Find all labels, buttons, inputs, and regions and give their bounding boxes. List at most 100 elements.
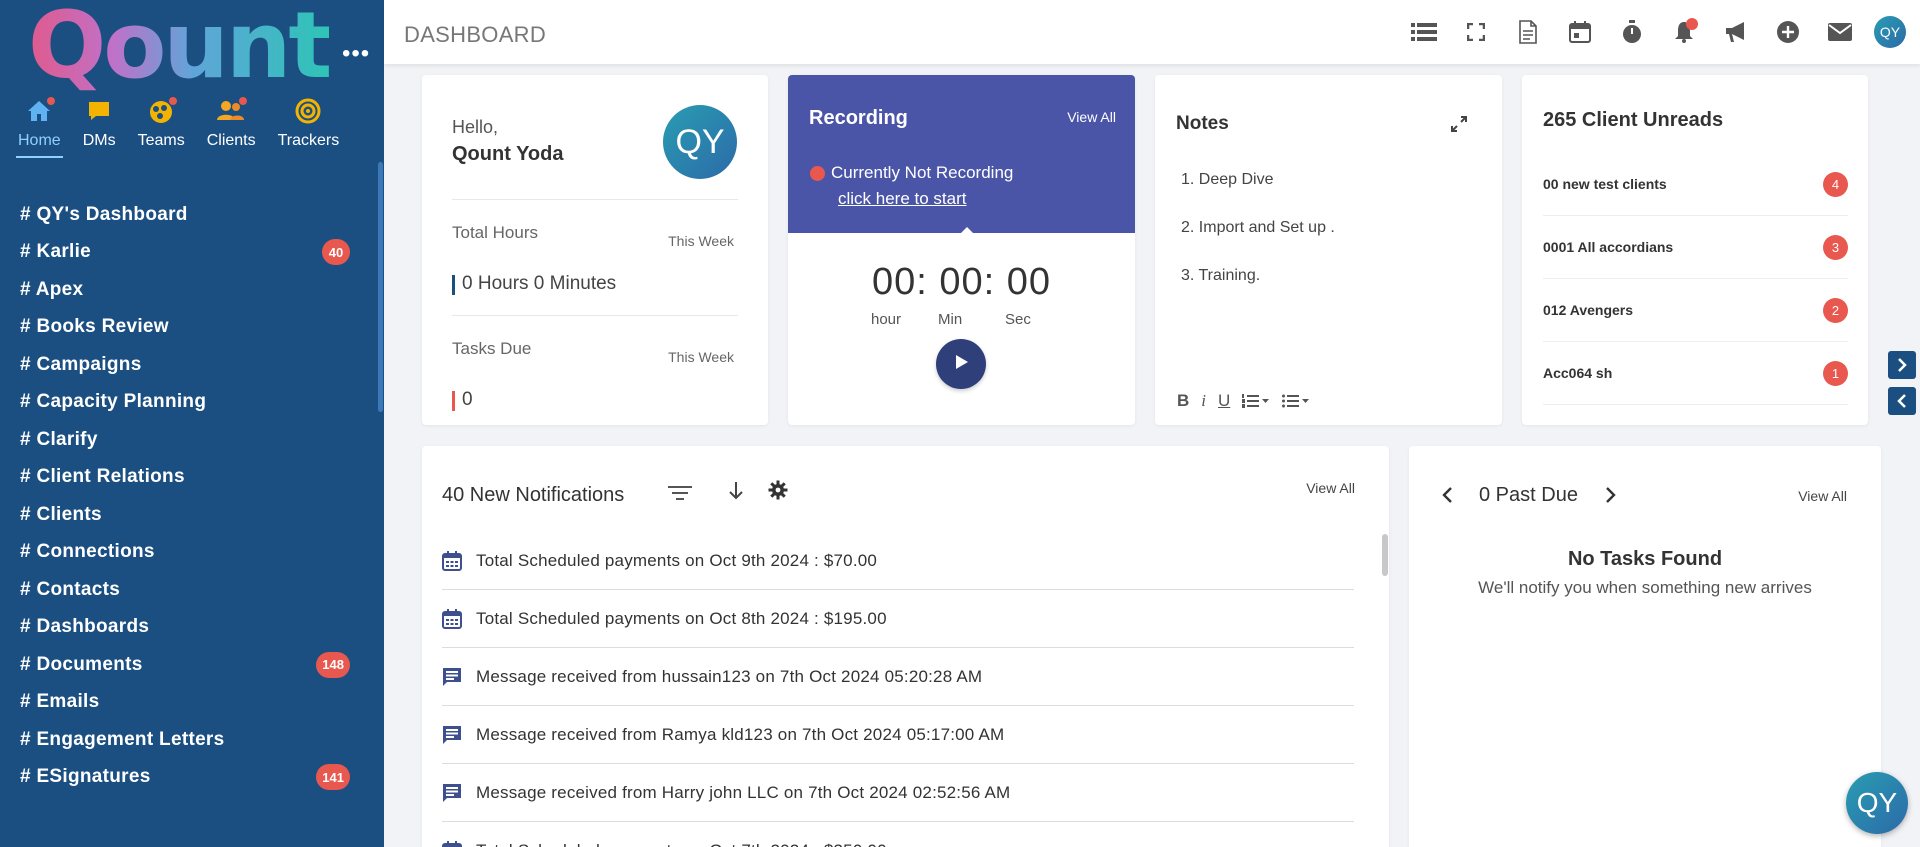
channel-item[interactable]: # Capacity Planning: [0, 384, 378, 422]
client-unread-row[interactable]: 012 Avengers 2: [1543, 279, 1848, 342]
list-icon[interactable]: [1398, 12, 1450, 52]
notification-text: Total Scheduled payments on Oct 7th 2024…: [476, 841, 887, 847]
qount-logo[interactable]: Qount: [28, 0, 332, 92]
sidebar-scrollbar[interactable]: [378, 162, 383, 412]
notification-item[interactable]: Message received from hussain123 on 7th …: [442, 648, 1354, 706]
channel-item[interactable]: # ESignatures 141: [0, 759, 378, 797]
channel-item[interactable]: # Contacts: [0, 571, 378, 609]
notification-item[interactable]: Total Scheduled payments on Oct 8th 2024…: [442, 590, 1354, 648]
message-icon: [442, 725, 476, 745]
channel-item[interactable]: # Connections: [0, 534, 378, 572]
client-unreads-list: 00 new test clients 4 0001 All accordians 3…: [1543, 153, 1848, 405]
bullet-list-icon[interactable]: [1282, 393, 1310, 409]
hour-label: hour: [871, 311, 902, 328]
recording-card: Recording View All Currently Not Recordi…: [788, 75, 1135, 425]
unread-count-badge: 3: [1823, 234, 1848, 260]
note-line[interactable]: 3. Training.: [1181, 267, 1260, 285]
filter-icon[interactable]: [668, 484, 692, 507]
tasks-due-period: This Week: [668, 349, 734, 365]
trackers-icon: [293, 96, 323, 126]
more-options-button[interactable]: •••: [342, 42, 370, 66]
client-unread-row[interactable]: Acc064 sh 1: [1543, 342, 1848, 405]
channel-item[interactable]: # Emails: [0, 684, 378, 722]
gear-icon[interactable]: [768, 480, 788, 505]
pointer-arrow: [960, 227, 974, 234]
channel-name: # Campaigns: [20, 353, 142, 375]
channel-item[interactable]: # Clients: [0, 496, 378, 534]
notification-item[interactable]: Total Scheduled payments on Oct 9th 2024…: [442, 532, 1354, 590]
client-unread-row[interactable]: 00 new test clients 4: [1543, 153, 1848, 216]
ordered-list-icon[interactable]: [1242, 393, 1270, 409]
note-line[interactable]: 2. Import and Set up .: [1181, 219, 1335, 237]
channel-item[interactable]: # Apex: [0, 271, 378, 309]
home-icon: [24, 96, 57, 126]
notification-text: Total Scheduled payments on Oct 9th 2024…: [476, 550, 878, 570]
megaphone-icon[interactable]: [1710, 12, 1762, 52]
client-name: 0001 All accordians: [1543, 239, 1674, 255]
underline-button[interactable]: U: [1218, 391, 1230, 411]
channel-item[interactable]: # Books Review: [0, 309, 378, 347]
start-recording-link[interactable]: click here to start: [838, 189, 967, 209]
note-line[interactable]: 1. Deep Dive: [1181, 171, 1274, 189]
notification-dot: [1686, 18, 1698, 30]
recording-view-all-link[interactable]: View All: [1067, 109, 1116, 125]
recording-status-dot: [810, 165, 825, 181]
chevron-right-icon[interactable]: [1888, 351, 1916, 379]
past-due-card: 0 Past Due View All No Tasks Found We'll…: [1409, 446, 1881, 847]
channel-name: # ESignatures: [20, 766, 151, 788]
channel-item[interactable]: # Karlie 40: [0, 234, 378, 272]
nav-tab-trackers[interactable]: Trackers: [270, 96, 348, 162]
channel-item[interactable]: # Client Relations: [0, 459, 378, 497]
document-icon[interactable]: [1502, 12, 1554, 52]
chevron-left-icon[interactable]: [1441, 486, 1453, 509]
channel-list: # QY's Dashboard # Karlie 40 # Apex # Books …: [0, 196, 378, 796]
play-icon: [952, 353, 970, 376]
recording-header: Recording View All Currently Not Recordi…: [788, 75, 1135, 234]
play-button[interactable]: [936, 339, 986, 389]
nav-tab-dms[interactable]: DMs: [75, 96, 124, 162]
calendar-icon[interactable]: [1554, 12, 1606, 52]
channel-name: # Emails: [20, 691, 100, 713]
timer-display: 00: 00: 00: [871, 261, 1052, 303]
notes-card: Notes 1. Deep Dive 2. Import and Set up …: [1155, 75, 1502, 425]
channel-item[interactable]: # Documents 148: [0, 646, 378, 684]
channel-item[interactable]: # QY's Dashboard: [0, 196, 378, 234]
channel-item[interactable]: # Campaigns: [0, 346, 378, 384]
channel-name: # Clarify: [20, 428, 98, 450]
fullscreen-icon[interactable]: [1450, 12, 1502, 52]
notifications-view-all-link[interactable]: View All: [1306, 480, 1355, 496]
bell-icon[interactable]: [1658, 12, 1710, 52]
notifications-scrollbar[interactable]: [1382, 534, 1388, 576]
total-hours-label: Total Hours: [452, 223, 538, 242]
notification-item[interactable]: Total Scheduled payments on Oct 7th 2024…: [442, 822, 1354, 847]
italic-button[interactable]: i: [1201, 391, 1206, 411]
teams-notification-dot: [168, 96, 179, 106]
notification-text: Total Scheduled payments on Oct 8th 2024…: [476, 608, 887, 628]
chat-launcher-avatar[interactable]: QY: [1846, 772, 1908, 834]
bold-button[interactable]: B: [1177, 391, 1189, 411]
timer-icon[interactable]: [1606, 12, 1658, 52]
greeting: Hello,: [452, 117, 499, 137]
nav-tab-teams[interactable]: Teams: [130, 96, 193, 162]
client-unread-row[interactable]: 0001 All accordians 3: [1543, 216, 1848, 279]
notification-item[interactable]: Message received from Ramya kld123 on 7t…: [442, 706, 1354, 764]
expand-icon[interactable]: [1450, 115, 1468, 138]
past-due-view-all-link[interactable]: View All: [1798, 488, 1847, 504]
notification-text: Message received from Harry john LLC on …: [476, 782, 1011, 802]
sort-down-icon[interactable]: [728, 480, 744, 507]
nav-tab-home[interactable]: Home: [10, 96, 69, 162]
nav-tab-clients[interactable]: Clients: [199, 96, 264, 162]
channel-item[interactable]: # Engagement Letters: [0, 721, 378, 759]
unread-count-badge: 141: [316, 764, 350, 791]
channel-item[interactable]: # Dashboards: [0, 609, 378, 647]
mail-icon[interactable]: [1814, 12, 1866, 52]
chevron-right-icon[interactable]: [1605, 486, 1617, 509]
notification-item[interactable]: Message received from Harry john LLC on …: [442, 764, 1354, 822]
client-name: Acc064 sh: [1543, 365, 1613, 381]
channel-item[interactable]: # Clarify: [0, 421, 378, 459]
chevron-left-icon[interactable]: [1888, 387, 1916, 415]
profile-avatar[interactable]: QY: [663, 105, 737, 179]
user-avatar[interactable]: QY: [1874, 16, 1906, 48]
plus-circle-icon[interactable]: [1762, 12, 1814, 52]
calendar-icon: [442, 550, 476, 571]
